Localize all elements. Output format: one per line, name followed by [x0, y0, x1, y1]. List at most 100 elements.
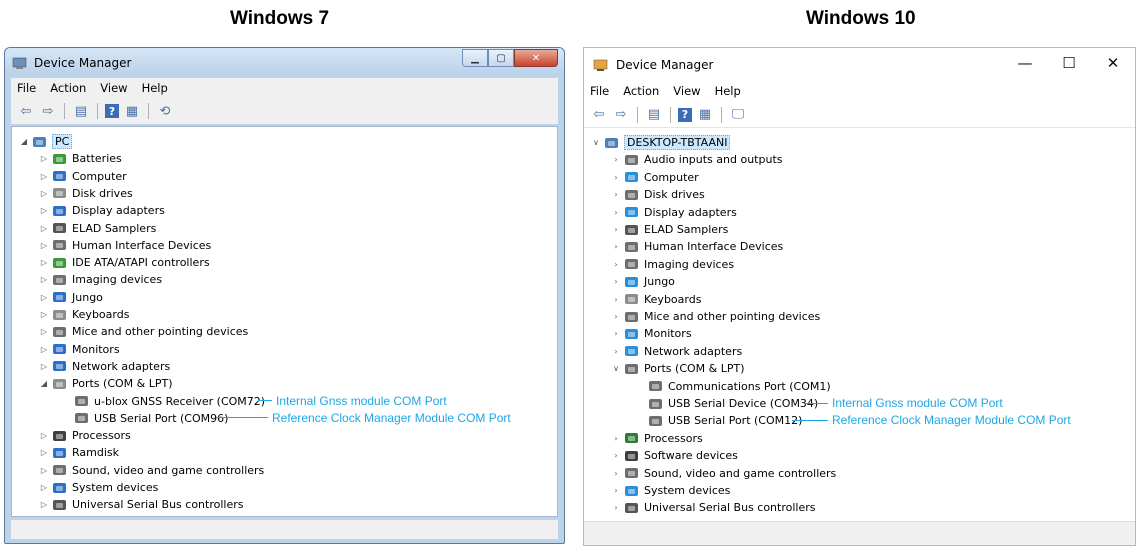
- expand-arrow-icon[interactable]: ▷: [38, 327, 50, 336]
- help-icon[interactable]: ?: [105, 104, 119, 118]
- expand-arrow-icon[interactable]: ▷: [38, 500, 50, 509]
- tree-device-node[interactable]: USB Serial Port (COM96): [72, 410, 228, 427]
- tree-category-node[interactable]: › Keyboards: [610, 291, 701, 308]
- expand-arrow-icon[interactable]: ▷: [38, 483, 50, 492]
- tree-category-node[interactable]: › Imaging devices: [610, 256, 734, 273]
- expand-arrow-icon[interactable]: ›: [610, 329, 622, 338]
- tree-category-node[interactable]: › Display adapters: [610, 204, 736, 221]
- expand-arrow-icon[interactable]: ▷: [38, 275, 50, 284]
- tree-category-node[interactable]: ▷ Jungo: [38, 289, 103, 306]
- close-button[interactable]: ✕: [514, 49, 558, 67]
- expand-arrow-icon[interactable]: ›: [610, 225, 622, 234]
- collapse-arrow-icon[interactable]: ◢: [38, 379, 50, 388]
- update-driver-icon[interactable]: ▦: [123, 102, 141, 120]
- tree-category-node[interactable]: › Mice and other pointing devices: [610, 308, 820, 325]
- tree-category-node[interactable]: ▷ Processors: [38, 427, 131, 444]
- tree-category-node[interactable]: › Software devices: [610, 447, 737, 464]
- properties-icon[interactable]: ▤: [645, 106, 663, 124]
- tree-category-node[interactable]: ▷ Mice and other pointing devices: [38, 323, 248, 340]
- menu-file[interactable]: File: [590, 84, 609, 98]
- tree-category-node[interactable]: ▷ IDE ATA/ATAPI controllers: [38, 254, 210, 271]
- forward-arrow-icon[interactable]: ⇨: [612, 106, 630, 124]
- expand-arrow-icon[interactable]: ›: [610, 260, 622, 269]
- expand-arrow-icon[interactable]: ›: [610, 312, 622, 321]
- menu-help[interactable]: Help: [715, 84, 741, 98]
- tree-category-node[interactable]: ▷ Computer: [38, 168, 127, 185]
- expand-arrow-icon[interactable]: ›: [610, 347, 622, 356]
- expand-arrow-icon[interactable]: ›: [610, 469, 622, 478]
- tree-category-node[interactable]: ▷ Universal Serial Bus controllers: [38, 496, 244, 513]
- tree-category-node[interactable]: › System devices: [610, 482, 730, 499]
- forward-arrow-icon[interactable]: ⇨: [39, 102, 57, 120]
- tree-device-node[interactable]: u-blox GNSS Receiver (COM72): [72, 393, 265, 410]
- expand-arrow-icon[interactable]: ›: [610, 451, 622, 460]
- tree-category-node[interactable]: › Computer: [610, 169, 698, 186]
- expand-arrow-icon[interactable]: ›: [610, 173, 622, 182]
- tree-category-node[interactable]: ▷ Monitors: [38, 341, 120, 358]
- tree-category-node[interactable]: › Audio inputs and outputs: [610, 151, 782, 168]
- tree-category-node[interactable]: ▷ Display adapters: [38, 202, 165, 219]
- tree-category-node[interactable]: ▷ Ramdisk: [38, 444, 119, 461]
- tree-category-node[interactable]: ▷ ELAD Samplers: [38, 220, 156, 237]
- maximize-button[interactable]: ▢: [488, 49, 514, 67]
- tree-category-node[interactable]: ▷ Keyboards: [38, 306, 130, 323]
- collapse-arrow-icon[interactable]: ∨: [590, 138, 602, 147]
- help-icon[interactable]: ?: [678, 107, 692, 122]
- expand-arrow-icon[interactable]: ▷: [38, 431, 50, 440]
- expand-arrow-icon[interactable]: ▷: [38, 466, 50, 475]
- expand-arrow-icon[interactable]: ▷: [38, 293, 50, 302]
- expand-arrow-icon[interactable]: ▷: [38, 189, 50, 198]
- tree-root-node[interactable]: ∨ DESKTOP-TBTAANI: [590, 134, 731, 151]
- expand-arrow-icon[interactable]: ▷: [38, 241, 50, 250]
- tree-device-node[interactable]: USB Serial Device (COM34): [646, 395, 818, 412]
- back-arrow-icon[interactable]: ⇦: [590, 106, 608, 124]
- tree-category-node[interactable]: › Jungo: [610, 273, 675, 290]
- minimize-button[interactable]: —: [1003, 48, 1047, 78]
- expand-arrow-icon[interactable]: ▷: [38, 362, 50, 371]
- tree-category-node[interactable]: ▷ System devices: [38, 479, 158, 496]
- expand-arrow-icon[interactable]: ▷: [38, 258, 50, 267]
- tree-category-node[interactable]: › ELAD Samplers: [610, 221, 728, 238]
- tree-category-node[interactable]: › Disk drives: [610, 186, 704, 203]
- collapse-arrow-icon[interactable]: ∨: [610, 364, 622, 373]
- menu-file[interactable]: File: [17, 81, 36, 95]
- menu-view[interactable]: View: [100, 81, 127, 95]
- expand-arrow-icon[interactable]: ›: [610, 190, 622, 199]
- expand-arrow-icon[interactable]: ▷: [38, 206, 50, 215]
- tree-category-node[interactable]: ▷ Network adapters: [38, 358, 170, 375]
- tree-category-node[interactable]: ▷ Disk drives: [38, 185, 133, 202]
- update-driver-icon[interactable]: ▦: [696, 106, 714, 124]
- scan-hardware-icon[interactable]: ⟲: [156, 102, 174, 120]
- expand-arrow-icon[interactable]: ▷: [38, 224, 50, 233]
- tree-category-node[interactable]: ◢ Ports (COM & LPT): [38, 375, 173, 392]
- expand-arrow-icon[interactable]: ›: [610, 486, 622, 495]
- minimize-button[interactable]: ▁: [462, 49, 488, 67]
- properties-icon[interactable]: ▤: [72, 102, 90, 120]
- tree-category-node[interactable]: › Universal Serial Bus controllers: [610, 499, 815, 516]
- expand-arrow-icon[interactable]: ▷: [38, 310, 50, 319]
- expand-arrow-icon[interactable]: ›: [610, 242, 622, 251]
- expand-arrow-icon[interactable]: ▷: [38, 172, 50, 181]
- expand-arrow-icon[interactable]: ›: [610, 295, 622, 304]
- collapse-arrow-icon[interactable]: ◢: [18, 137, 30, 146]
- expand-arrow-icon[interactable]: ▷: [38, 345, 50, 354]
- maximize-button[interactable]: ☐: [1047, 48, 1091, 78]
- tree-category-node[interactable]: ∨ Ports (COM & LPT): [610, 360, 744, 377]
- menu-action[interactable]: Action: [50, 81, 86, 95]
- tree-device-node[interactable]: Communications Port (COM1): [646, 378, 831, 395]
- expand-arrow-icon[interactable]: ›: [610, 277, 622, 286]
- tree-root-node[interactable]: ◢ PC: [18, 133, 73, 150]
- expand-arrow-icon[interactable]: ▷: [38, 154, 50, 163]
- monitor-scan-icon[interactable]: 🖵: [729, 106, 747, 124]
- tree-category-node[interactable]: ▷ Imaging devices: [38, 271, 162, 288]
- tree-category-node[interactable]: › Human Interface Devices: [610, 238, 783, 255]
- menu-help[interactable]: Help: [142, 81, 168, 95]
- tree-category-node[interactable]: › Sound, video and game controllers: [610, 465, 836, 482]
- menu-view[interactable]: View: [673, 84, 700, 98]
- tree-category-node[interactable]: ▷ Human Interface Devices: [38, 237, 211, 254]
- expand-arrow-icon[interactable]: ›: [610, 208, 622, 217]
- tree-category-node[interactable]: › Processors: [610, 430, 702, 447]
- tree-category-node[interactable]: ▷ Sound, video and game controllers: [38, 462, 264, 479]
- tree-category-node[interactable]: › Monitors: [610, 325, 691, 342]
- expand-arrow-icon[interactable]: ›: [610, 503, 622, 512]
